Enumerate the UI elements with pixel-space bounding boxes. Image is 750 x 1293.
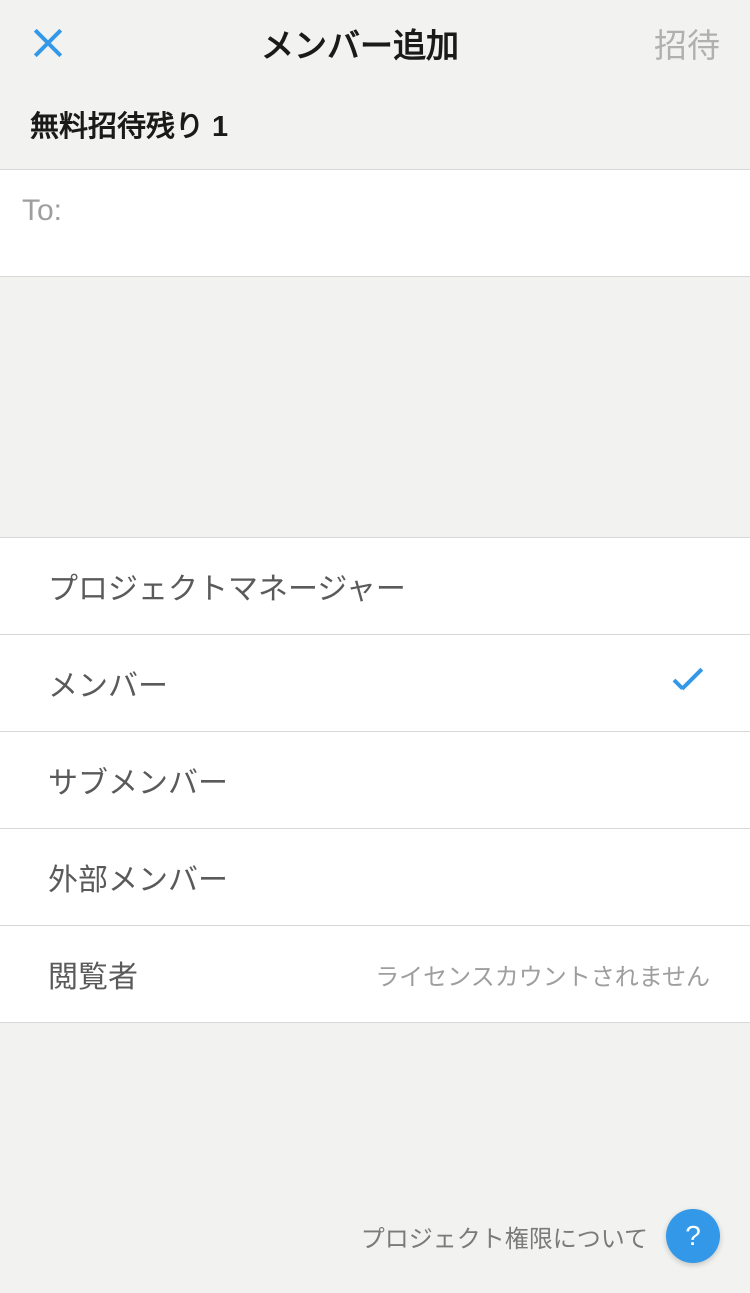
checkmark-icon	[672, 670, 710, 696]
invite-button[interactable]: 招待	[654, 19, 720, 67]
role-label: プロジェクトマネージャー	[48, 564, 406, 608]
to-input[interactable]	[72, 194, 728, 228]
help-button[interactable]: ?	[666, 1209, 720, 1263]
role-item-viewer[interactable]: 閲覧者 ライセンスカウントされません	[0, 926, 750, 1023]
role-item-sub-member[interactable]: サブメンバー	[0, 732, 750, 829]
close-icon[interactable]	[30, 25, 66, 61]
free-invite-remaining: 無料招待残り 1	[30, 103, 720, 145]
to-field-row[interactable]: To:	[0, 169, 750, 277]
header: メンバー追加 招待	[0, 0, 750, 85]
to-label: To:	[22, 194, 62, 228]
footer: プロジェクト権限について ?	[361, 1209, 720, 1263]
role-item-member[interactable]: メンバー	[0, 635, 750, 732]
role-item-external-member[interactable]: 外部メンバー	[0, 829, 750, 926]
help-link-text[interactable]: プロジェクト権限について	[361, 1219, 648, 1254]
role-label: 外部メンバー	[48, 855, 228, 899]
role-item-project-manager[interactable]: プロジェクトマネージャー	[0, 538, 750, 635]
role-label: メンバー	[48, 661, 168, 705]
role-list: プロジェクトマネージャー メンバー サブメンバー 外部メンバー 閲覧者 ライセン…	[0, 537, 750, 1023]
role-label: 閲覧者	[48, 952, 138, 996]
role-note: ライセンスカウントされません	[375, 957, 710, 992]
spacer	[0, 277, 750, 537]
role-label: サブメンバー	[48, 758, 228, 802]
page-title: メンバー追加	[66, 19, 654, 67]
subtitle-row: 無料招待残り 1	[0, 85, 750, 169]
